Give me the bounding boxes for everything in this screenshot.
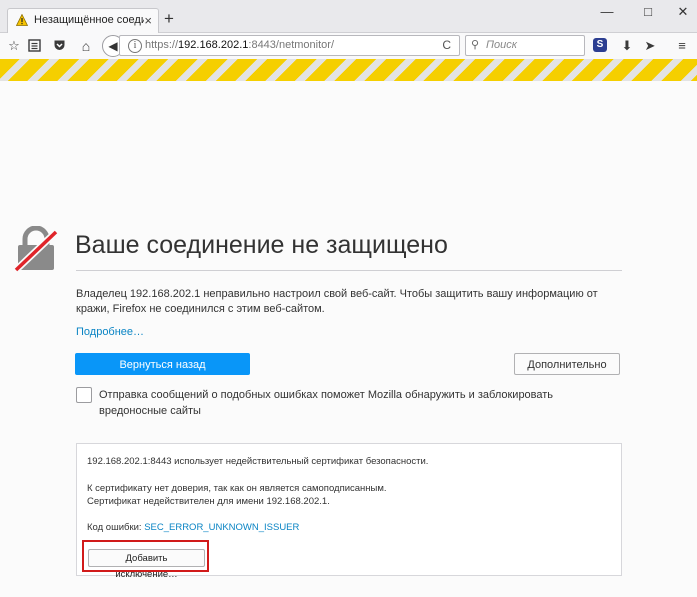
pocket-icon[interactable] (53, 39, 66, 52)
advanced-details-panel: 192.168.202.1:8443 использует недействит… (76, 443, 622, 580)
report-errors-label: Отправка сообщений о подобных ошибках по… (99, 389, 554, 417)
title-bar: Незащищённое соедине × + — □ ✕ (0, 0, 697, 33)
url-text: https://192.168.202.1:8443/netmonitor/ (145, 39, 335, 51)
menu-hamburger-icon[interactable]: ≡ (673, 37, 691, 55)
search-bar[interactable]: ⚲ Поиск (465, 35, 585, 56)
error-code-label: Код ошибки: (87, 522, 145, 533)
search-placeholder: Поиск (486, 39, 517, 51)
advanced-button[interactable]: Дополнительно (514, 353, 620, 375)
insecure-warning-stripe (0, 59, 697, 81)
nav-toolbar: ☆ ⌂ ◀ i https://192.168.202.1:8443/netmo… (0, 33, 697, 59)
go-back-button[interactable]: Вернуться назад (75, 353, 250, 375)
details-line-invalid-cert: 192.168.202.1:8443 использует недействит… (87, 456, 429, 467)
tab-close-icon[interactable]: × (144, 9, 152, 32)
home-icon[interactable]: ⌂ (77, 37, 95, 55)
details-line-invalid-name: Сертификат недействителен для имени 192.… (87, 496, 330, 507)
bookmark-star-icon[interactable]: ☆ (5, 37, 23, 55)
title-divider (76, 270, 622, 271)
add-exception-button[interactable]: Добавить исключение… (88, 549, 205, 580)
site-info-icon[interactable]: i (128, 39, 142, 53)
close-window-button[interactable]: ✕ (672, 4, 694, 20)
new-tab-button[interactable]: + (164, 9, 174, 29)
details-line-self-signed: К сертификату нет доверия, так как он яв… (87, 483, 387, 494)
url-bar[interactable]: i https://192.168.202.1:8443/netmonitor/… (119, 35, 460, 56)
maximize-button[interactable]: □ (637, 4, 659, 19)
minimize-button[interactable]: — (596, 4, 618, 19)
error-description: Владелец 192.168.202.1 неправильно настр… (76, 288, 598, 315)
tab-title: Незащищённое соедине (34, 14, 144, 26)
warning-triangle-icon (16, 14, 28, 26)
reader-list-icon[interactable] (28, 39, 41, 52)
page-title: Ваше соединение не защищено (75, 231, 448, 259)
back-arrow-icon: ◀ (108, 39, 118, 53)
report-errors-checkbox[interactable] (76, 387, 92, 403)
downloads-icon[interactable]: ⬇ (618, 37, 636, 55)
extension-s-icon[interactable]: S (593, 38, 607, 52)
tab-active[interactable]: Незащищённое соедине × (7, 8, 159, 33)
reload-icon[interactable]: C (442, 36, 451, 55)
learn-more-link[interactable]: Подробнее… (76, 326, 144, 338)
send-tab-icon[interactable]: ➤ (641, 37, 659, 55)
search-icon: ⚲ (471, 39, 480, 51)
error-code-link[interactable]: SEC_ERROR_UNKNOWN_ISSUER (144, 522, 299, 533)
error-page: Ваше соединение не защищено Владелец 192… (0, 81, 697, 597)
error-code-row: Код ошибки: SEC_ERROR_UNKNOWN_ISSUER (87, 522, 299, 533)
broken-lock-icon (14, 226, 58, 272)
